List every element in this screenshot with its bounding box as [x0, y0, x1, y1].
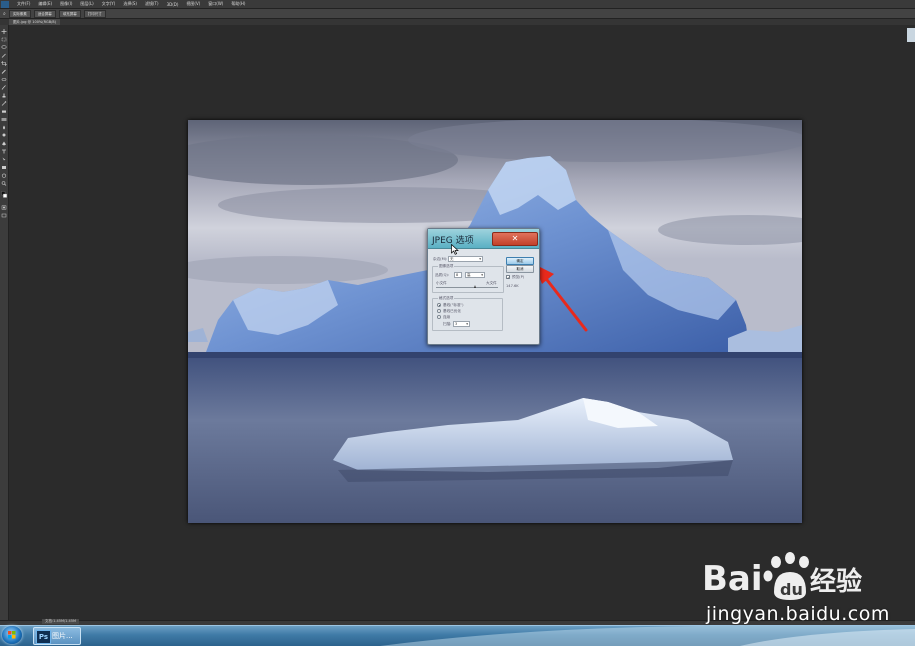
image-options-label: 图像选项	[438, 264, 455, 269]
shape-tool-icon[interactable]	[1, 165, 7, 170]
quality-slider-thumb[interactable]	[474, 285, 476, 288]
lasso-tool-icon[interactable]	[1, 45, 7, 50]
baseline-standard-radio[interactable]	[437, 303, 441, 307]
svg-text:经验: 经验	[810, 566, 862, 597]
menu-select[interactable]: 选择(S)	[123, 1, 137, 7]
brush-tool-icon[interactable]	[1, 85, 7, 90]
windows-start-button[interactable]	[2, 626, 22, 644]
baidu-jingyan-watermark: Bai du 经验	[700, 548, 870, 604]
small-file-label: 小文件	[436, 281, 447, 285]
large-file-label: 大文件	[486, 281, 497, 285]
zoom-tool-icon[interactable]	[1, 181, 7, 186]
photoshop-logo-icon[interactable]	[1, 0, 9, 8]
hand-tool-icon[interactable]	[1, 173, 7, 178]
quality-setting-value: 高	[467, 273, 471, 277]
menu-type[interactable]: 文字(Y)	[102, 1, 116, 7]
document-tab[interactable]: 图片.jpg @ 100%(RGB/8)	[9, 19, 60, 25]
menu-layer[interactable]: 图层(L)	[80, 1, 93, 7]
svg-text:Bai: Bai	[702, 559, 763, 599]
quality-slider-track[interactable]	[436, 287, 498, 288]
taskbar-decoration	[380, 626, 915, 646]
scans-select[interactable]: 3 ▾	[453, 321, 470, 327]
menu-window[interactable]: 窗口(W)	[208, 1, 223, 7]
tools-panel	[0, 25, 9, 620]
menu-image[interactable]: 图像(I)	[60, 1, 72, 7]
screen-mode-icon[interactable]	[1, 213, 7, 218]
scans-label: 扫描:	[443, 322, 452, 326]
menu-filter[interactable]: 滤镜(T)	[145, 1, 159, 7]
document-tab-bar	[0, 19, 915, 25]
marquee-tool-icon[interactable]	[1, 37, 7, 42]
menu-view[interactable]: 视图(V)	[186, 1, 200, 7]
menu-edit[interactable]: 编辑(E)	[38, 1, 52, 7]
move-tool-icon[interactable]	[1, 29, 7, 34]
menu-3d[interactable]: 3D(D)	[167, 2, 179, 7]
type-tool-icon[interactable]	[1, 149, 7, 154]
preview-checkbox[interactable]: ✓	[506, 275, 510, 280]
fit-screen-button[interactable]: 适合屏幕	[33, 9, 56, 18]
chevron-down-icon: ▾	[479, 257, 481, 261]
gradient-tool-icon[interactable]	[1, 117, 7, 122]
healing-brush-tool-icon[interactable]	[1, 77, 7, 82]
file-size-readout: 147.6K	[506, 284, 519, 288]
color-swatches-icon[interactable]	[1, 191, 7, 200]
path-selection-tool-icon[interactable]	[1, 157, 7, 162]
menu-help[interactable]: 帮助(H)	[231, 1, 245, 7]
quality-input[interactable]: 8	[454, 272, 462, 278]
quick-mask-icon[interactable]	[1, 205, 7, 210]
photoshop-app-icon: Ps	[36, 630, 51, 644]
windows-logo-icon	[8, 631, 16, 639]
baseline-standard-label: 基线("标准")	[443, 303, 464, 307]
preview-label: 预览(P)	[512, 275, 525, 279]
menu-file[interactable]: 文件(F)	[17, 1, 30, 7]
history-brush-tool-icon[interactable]	[1, 101, 7, 106]
baseline-optimized-radio[interactable]	[437, 309, 441, 313]
crop-tool-icon[interactable]	[1, 61, 7, 66]
taskbar-item-label: 图片...	[52, 632, 73, 640]
matte-select[interactable]: 无 ▾	[448, 256, 483, 262]
fill-screen-button[interactable]: 填充屏幕	[58, 9, 81, 18]
print-size-button[interactable]: 打印尺寸	[83, 9, 106, 18]
cancel-button[interactable]: 取消	[506, 265, 534, 273]
taskbar-photoshop-item[interactable]: Ps 图片...	[33, 627, 81, 645]
chevron-down-icon: ▾	[481, 273, 483, 277]
eyedropper-tool-icon[interactable]	[1, 69, 7, 74]
clone-stamp-tool-icon[interactable]	[1, 93, 7, 98]
progressive-radio[interactable]	[437, 315, 441, 319]
close-button[interactable]: ✕	[492, 232, 538, 246]
document-size-status[interactable]: 文档:1.45M/1.45M	[42, 619, 79, 624]
options-bar: ⌕ 实际像素 适合屏幕 填充屏幕 打印尺寸	[0, 9, 915, 19]
baseline-optimized-label: 基线已优化	[443, 309, 461, 313]
actual-pixels-button[interactable]: 实际像素	[8, 9, 31, 18]
blur-tool-icon[interactable]	[1, 125, 7, 130]
quality-value: 8	[456, 273, 459, 277]
magic-wand-tool-icon[interactable]	[1, 53, 7, 58]
windows-taskbar	[0, 625, 915, 646]
menu-bar: 文件(F) 编辑(E) 图像(I) 图层(L) 文字(Y) 选择(S) 滤镜(T…	[0, 0, 915, 9]
matte-value: 无	[450, 257, 454, 261]
eraser-tool-icon[interactable]	[1, 109, 7, 114]
image-options-group	[432, 266, 504, 293]
watermark-url: jingyan.baidu.com	[706, 603, 890, 625]
progressive-label: 连续	[443, 315, 451, 319]
chevron-down-icon: ▾	[466, 322, 468, 326]
baidu-paw-logo-icon: Bai du 经验	[702, 552, 862, 600]
quality-label: 品质(Q):	[435, 273, 450, 277]
ok-button[interactable]: 确定	[506, 257, 534, 265]
panel-collapse-strip[interactable]	[907, 28, 915, 42]
matte-label: 杂边(M):	[433, 257, 448, 261]
zoom-tool-icon[interactable]: ⌕	[3, 11, 6, 17]
jpeg-options-dialog: JPEG 选项 ✕ 杂边(M): 无 ▾ 图像选项 品质(Q): 8 高 ▾ 小…	[427, 228, 540, 345]
pen-tool-icon[interactable]	[1, 141, 7, 146]
quality-setting-select[interactable]: 高 ▾	[465, 272, 485, 278]
format-options-label: 格式选项	[438, 296, 455, 301]
mouse-cursor-icon	[451, 244, 459, 255]
scans-value: 3	[455, 322, 458, 326]
svg-text:du: du	[780, 580, 803, 599]
dodge-tool-icon[interactable]	[1, 133, 7, 138]
